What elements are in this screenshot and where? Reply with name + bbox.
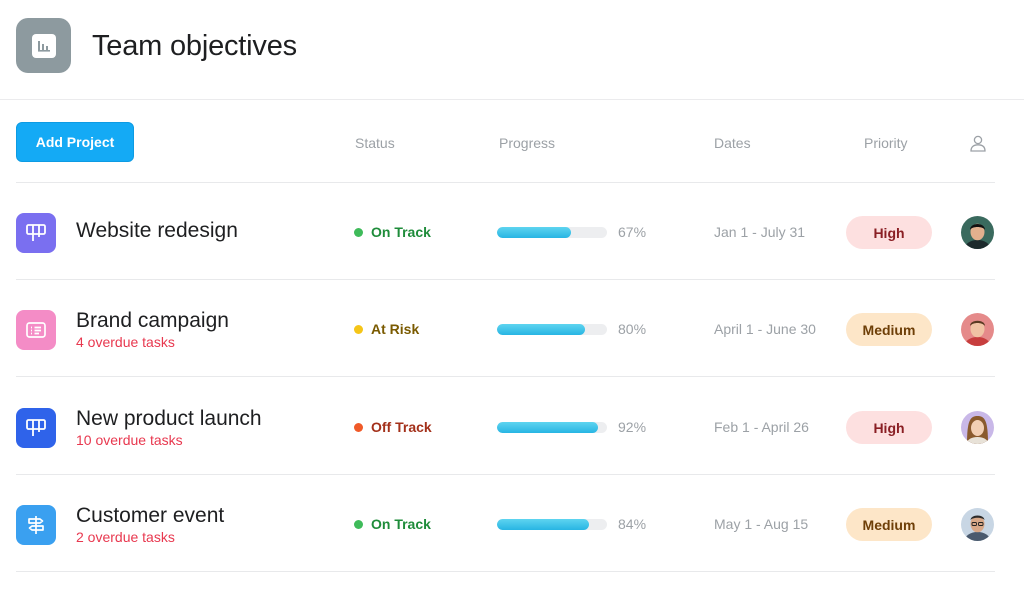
date-range[interactable]: Jan 1 - July 31 [714, 224, 805, 240]
status-badge: At Risk [354, 321, 419, 337]
priority-pill[interactable]: Medium [846, 313, 932, 346]
priority-pill[interactable]: High [846, 411, 932, 444]
progress-fill [497, 519, 590, 530]
date-range[interactable]: April 1 - June 30 [714, 321, 816, 337]
avatar[interactable] [961, 411, 994, 444]
progress-percent: 92% [618, 419, 647, 435]
avatar[interactable] [961, 313, 994, 346]
project-name[interactable]: Brand campaign [76, 309, 229, 333]
status-label: At Risk [371, 321, 420, 337]
overdue-tasks[interactable]: 2 overdue tasks [76, 529, 175, 545]
add-project-button[interactable]: Add Project [16, 122, 134, 162]
table-row[interactable]: Customer event 2 overdue tasks On Track … [16, 475, 995, 572]
status-badge: Off Track [354, 419, 432, 435]
signpost-icon [16, 505, 56, 545]
status-dot [354, 422, 363, 432]
status-label: Off Track [371, 419, 432, 435]
project-name[interactable]: Website redesign [76, 219, 238, 243]
list-card-icon [16, 310, 56, 350]
page-header: Team objectives [0, 0, 1024, 100]
progress-bar [497, 519, 607, 530]
column-header-dates[interactable]: Dates [714, 135, 751, 151]
status-badge: On Track [354, 516, 431, 532]
progress-percent: 67% [618, 224, 647, 240]
bar-chart-icon [16, 18, 71, 73]
project-name[interactable]: New product launch [76, 407, 262, 431]
status-dot [354, 324, 363, 334]
column-header-priority[interactable]: Priority [864, 135, 908, 151]
progress-percent: 84% [618, 516, 647, 532]
status-dot [354, 227, 363, 237]
table-row[interactable]: Brand campaign 4 overdue tasks At Risk 8… [16, 280, 995, 377]
status-label: On Track [371, 516, 431, 532]
progress-bar [497, 227, 607, 238]
avatar[interactable] [961, 216, 994, 249]
progress-fill [497, 324, 585, 335]
project-name[interactable]: Customer event [76, 504, 224, 528]
overdue-tasks[interactable]: 4 overdue tasks [76, 334, 175, 350]
table-row[interactable]: Website redesign On Track 67% Jan 1 - Ju… [16, 183, 995, 280]
progress-bar [497, 422, 607, 433]
date-range[interactable]: Feb 1 - April 26 [714, 419, 809, 435]
person-icon[interactable] [969, 134, 987, 152]
progress-fill [497, 422, 599, 433]
column-header-progress[interactable]: Progress [499, 135, 555, 151]
board-icon [16, 213, 56, 253]
overdue-tasks[interactable]: 10 overdue tasks [76, 432, 183, 448]
progress-fill [497, 227, 571, 238]
table-row[interactable]: New product launch 10 overdue tasks Off … [16, 378, 995, 475]
page-title: Team objectives [92, 30, 297, 62]
avatar[interactable] [961, 508, 994, 541]
date-range[interactable]: May 1 - Aug 15 [714, 516, 808, 532]
progress-bar [497, 324, 607, 335]
priority-pill[interactable]: Medium [846, 508, 932, 541]
board-icon [16, 408, 56, 448]
column-header-status[interactable]: Status [355, 135, 395, 151]
status-badge: On Track [354, 224, 431, 240]
status-label: On Track [371, 224, 431, 240]
priority-pill[interactable]: High [846, 216, 932, 249]
status-dot [354, 519, 363, 529]
progress-percent: 80% [618, 321, 647, 337]
